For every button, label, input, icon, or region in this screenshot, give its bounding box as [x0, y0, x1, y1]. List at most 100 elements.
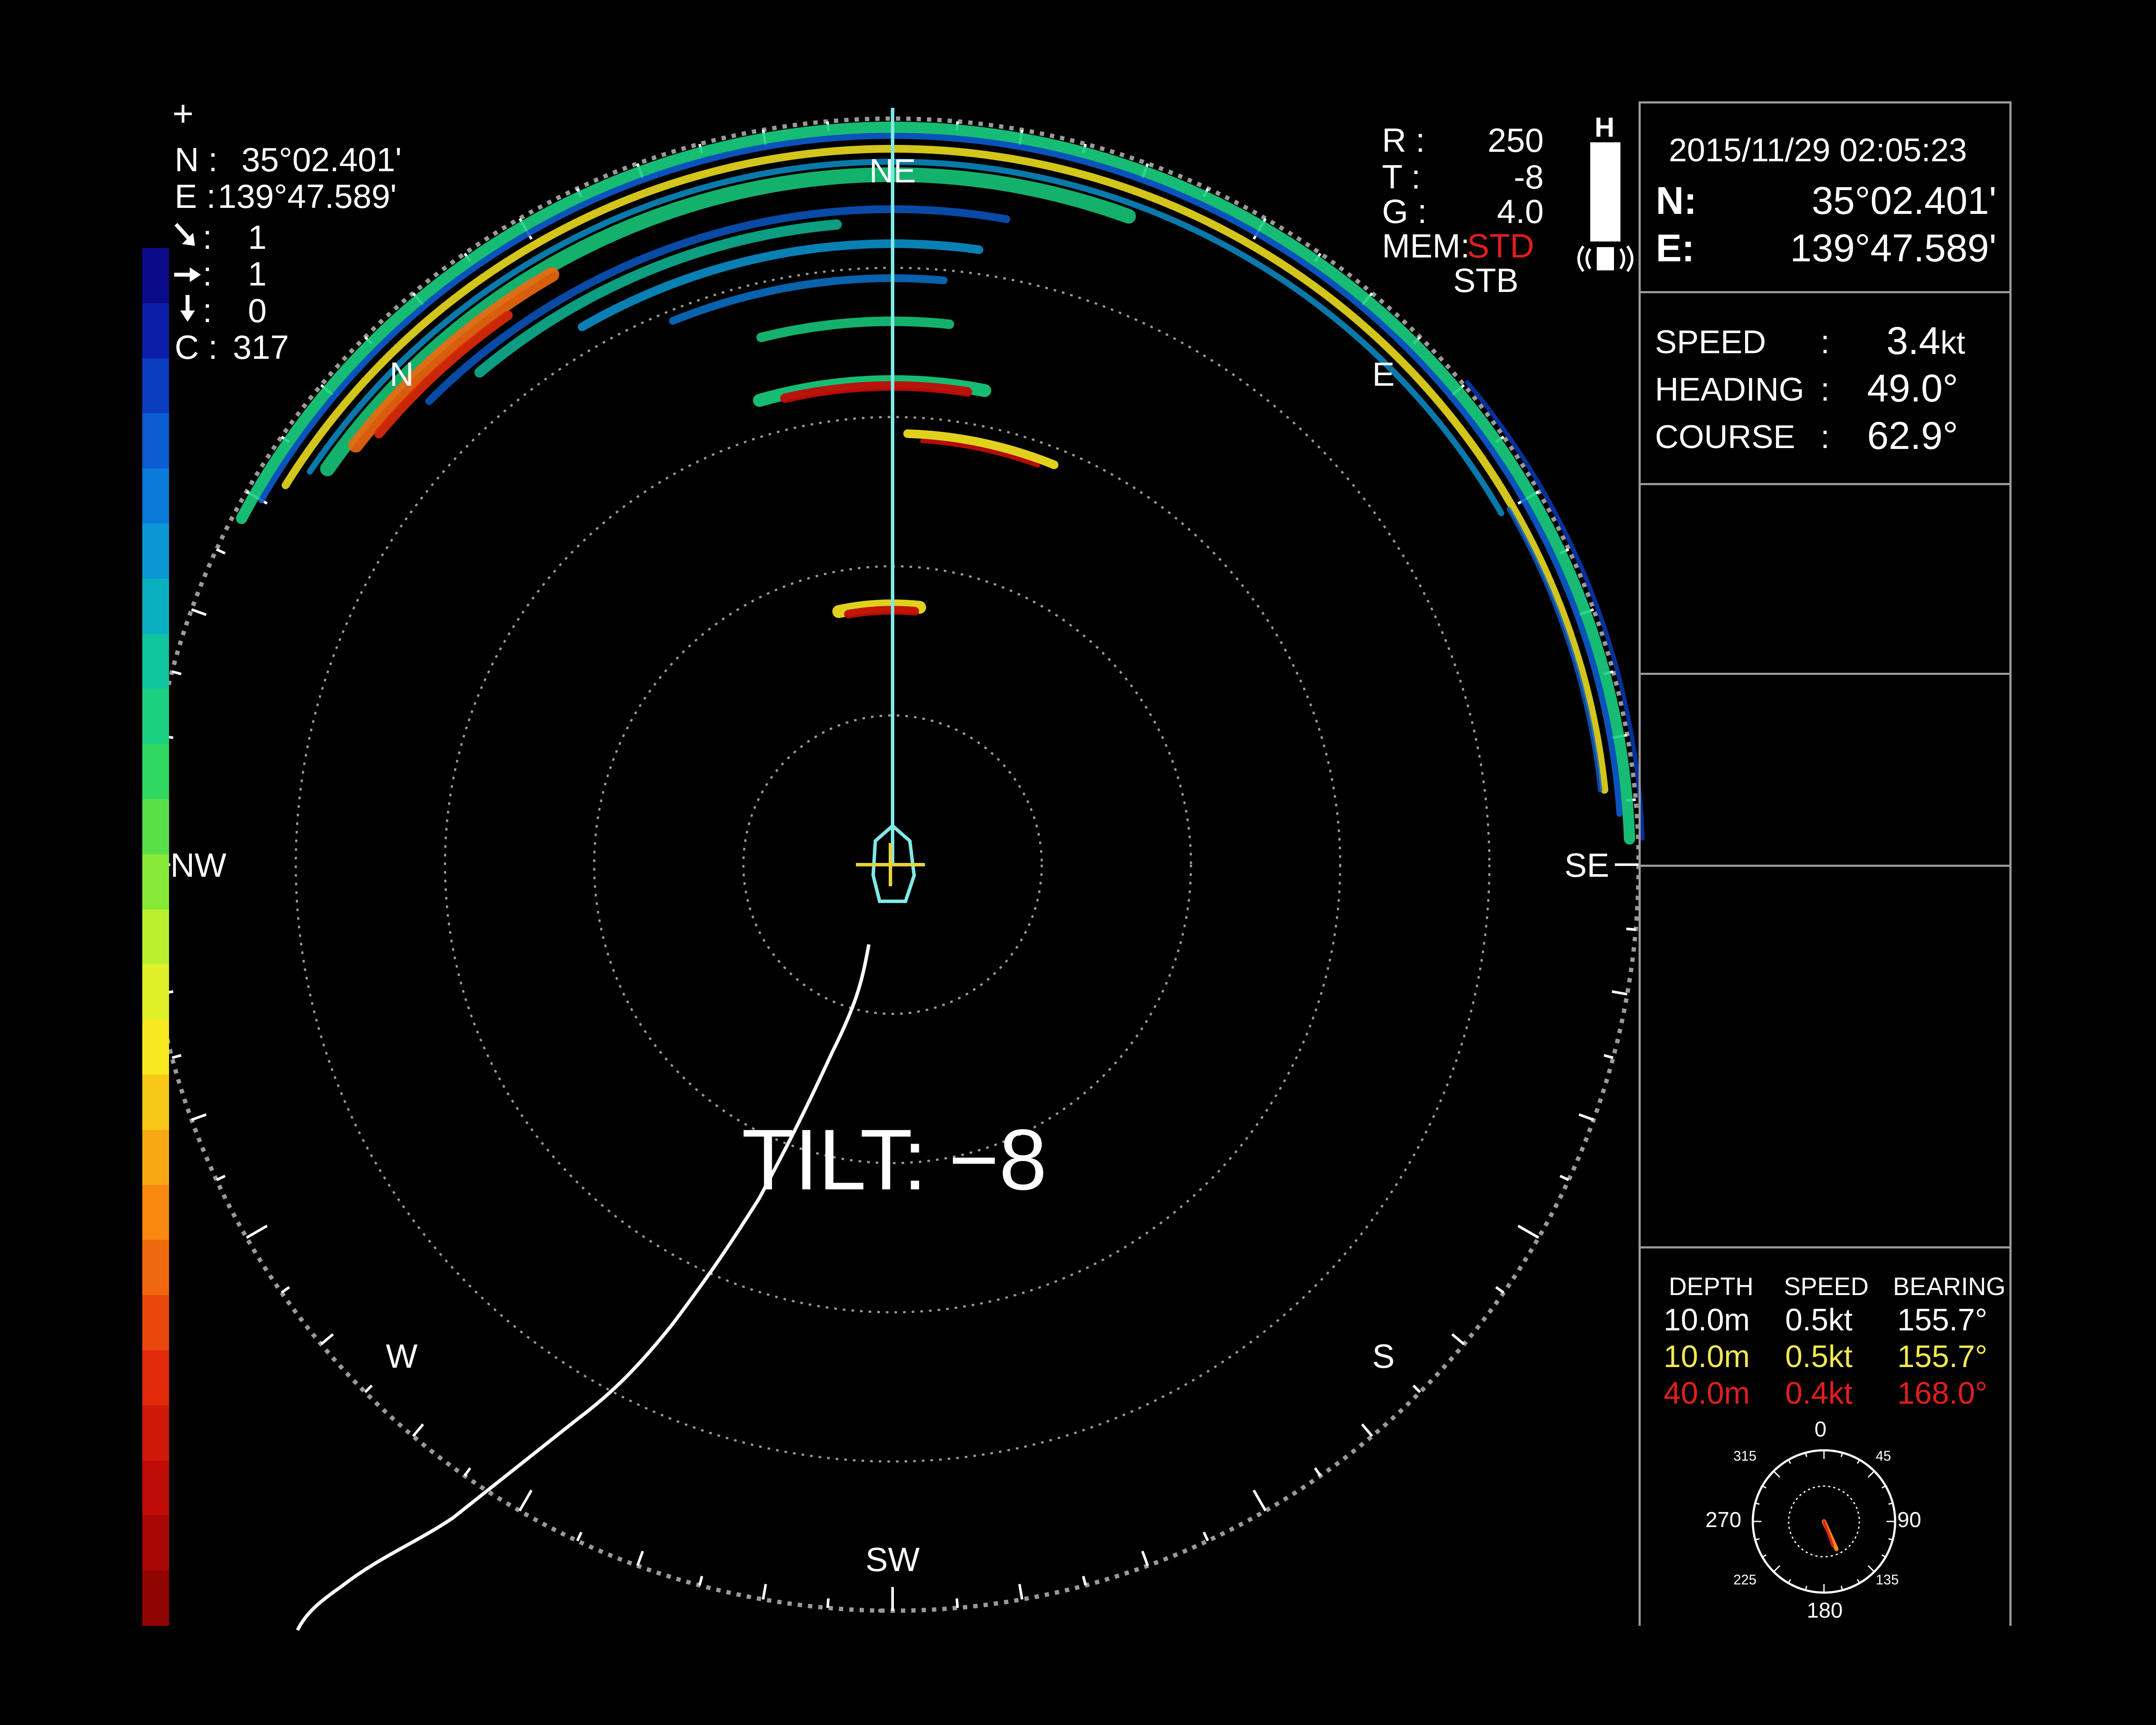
color-scale-step — [142, 964, 169, 1020]
row3-bearing: 168.0° — [1897, 1376, 1987, 1411]
bearing-label-se: SE — [1564, 846, 1609, 884]
heading-label: HEADING — [1655, 371, 1805, 408]
row2-speed: 0.5kt — [1785, 1339, 1853, 1374]
mode-h-label: H — [1595, 112, 1615, 143]
bearing-label-nw: NW — [170, 846, 226, 884]
bearing-tick — [698, 1576, 703, 1586]
color-scale-step — [142, 909, 169, 965]
rose-tick — [1773, 1471, 1780, 1478]
sonar-echo — [756, 317, 954, 342]
heading-value: 49.0° — [1867, 367, 1959, 410]
rose-tick — [1868, 1471, 1875, 1478]
bearing-tick — [1626, 927, 1636, 931]
tilt-overlay-value: −8 — [949, 1112, 1047, 1208]
bearing-tick — [191, 608, 207, 616]
panel-divider — [1639, 101, 2012, 104]
bearing-tick — [636, 1550, 644, 1566]
crosshair-icon: + — [172, 93, 194, 134]
row1-bearing: 155.7° — [1897, 1303, 1987, 1337]
row2-depth: 10.0m — [1664, 1339, 1750, 1374]
sonar-echo — [844, 606, 919, 618]
color-scale-step — [142, 1350, 169, 1405]
color-scale-step — [142, 248, 169, 303]
color-scale-step — [142, 468, 169, 524]
gain-value[interactable]: 4.0 — [1436, 192, 1544, 231]
bearing-tick — [1412, 1384, 1421, 1393]
range-value[interactable]: 250 — [1436, 121, 1544, 160]
echo-color-scale — [142, 248, 169, 1626]
panel-divider — [1639, 1246, 2012, 1248]
right-arrow-icon — [174, 267, 201, 282]
speed-label: SPEED — [1655, 324, 1766, 361]
panel-divider — [1639, 291, 2012, 293]
row2-value: 1 — [248, 255, 267, 293]
bearing-tick — [364, 1384, 373, 1393]
sonar-echo — [669, 274, 948, 325]
bearing-tick — [1141, 1550, 1149, 1566]
color-scale-step — [142, 1460, 169, 1516]
tilt-overlay-label: TILT: — [742, 1112, 927, 1208]
bearing-tick — [1578, 1113, 1594, 1121]
row2-bearing: 155.7° — [1897, 1339, 1987, 1374]
bearing-tick — [1252, 1490, 1267, 1512]
ship-track-line — [296, 944, 871, 1631]
bearing-tick — [191, 1113, 207, 1121]
bearing-tick — [1495, 1286, 1504, 1294]
speed-sep: : — [1821, 324, 1830, 361]
bearing-tick — [172, 1054, 182, 1059]
color-scale-step — [142, 634, 169, 689]
bearing-tick — [761, 1584, 767, 1600]
rose-tick — [1868, 1565, 1875, 1572]
color-scale-step — [142, 358, 169, 414]
sonar-echo — [307, 159, 1504, 516]
rose-label-90: 90 — [1897, 1508, 1921, 1532]
rose-label-315: 315 — [1733, 1448, 1757, 1464]
rose-label-225: 225 — [1733, 1572, 1757, 1587]
rose-tick — [1773, 1565, 1780, 1572]
bearing-tick — [1451, 1333, 1465, 1346]
bearing-tick — [320, 1333, 334, 1346]
c-label: C : — [175, 328, 218, 366]
own-lon-value: 139°47.589' — [218, 177, 397, 215]
bearing-tick — [281, 1286, 290, 1294]
color-scale-step — [142, 1129, 169, 1185]
bearing-tick — [518, 1490, 533, 1512]
memory-value[interactable]: STD — [1467, 226, 1534, 266]
cursor-crosshair-icon — [856, 843, 925, 886]
row3-value: 0 — [248, 292, 267, 329]
color-scale-step — [142, 1019, 169, 1075]
color-scale-step — [142, 523, 169, 579]
bearing-tick — [216, 1175, 226, 1181]
bearing-header: BEARING — [1893, 1273, 2006, 1301]
row1-depth: 10.0m — [1664, 1303, 1750, 1337]
depth-header: DEPTH — [1669, 1273, 1754, 1301]
down-arrow-icon — [180, 295, 195, 322]
color-scale-step — [142, 1405, 169, 1461]
stb-label: STB — [1453, 261, 1519, 299]
color-scale-step — [142, 854, 169, 910]
bearing-tick — [576, 1531, 583, 1542]
panel-lat-label: N: — [1656, 179, 1697, 223]
row1-sep: : — [203, 218, 212, 256]
color-scale-step — [142, 1185, 169, 1240]
course-sep: : — [1821, 419, 1830, 455]
panel-divider — [1639, 865, 2012, 867]
color-scale-step — [142, 413, 169, 469]
color-scale-step — [142, 799, 169, 854]
rose-label-45: 45 — [1876, 1448, 1891, 1464]
color-scale-step — [142, 1515, 169, 1571]
bearing-label-w: W — [386, 1337, 418, 1375]
bearing-tick — [1018, 1584, 1024, 1600]
panel-lon-label: E: — [1656, 227, 1695, 270]
bearing-tick — [464, 1467, 471, 1477]
tilt-setting-value[interactable]: -8 — [1436, 157, 1544, 197]
bearing-label-sw: SW — [865, 1540, 920, 1578]
bearing-tick — [1611, 990, 1628, 996]
datetime: 2015/11/29 02:05:23 — [1669, 132, 1967, 169]
color-scale-step — [142, 1295, 169, 1350]
bearing-tick — [216, 548, 226, 555]
rose-label-270: 270 — [1705, 1508, 1742, 1532]
tilt-setting-label: T : — [1382, 158, 1421, 196]
row3-speed: 0.4kt — [1785, 1376, 1853, 1411]
row3-depth: 40.0m — [1664, 1376, 1750, 1411]
